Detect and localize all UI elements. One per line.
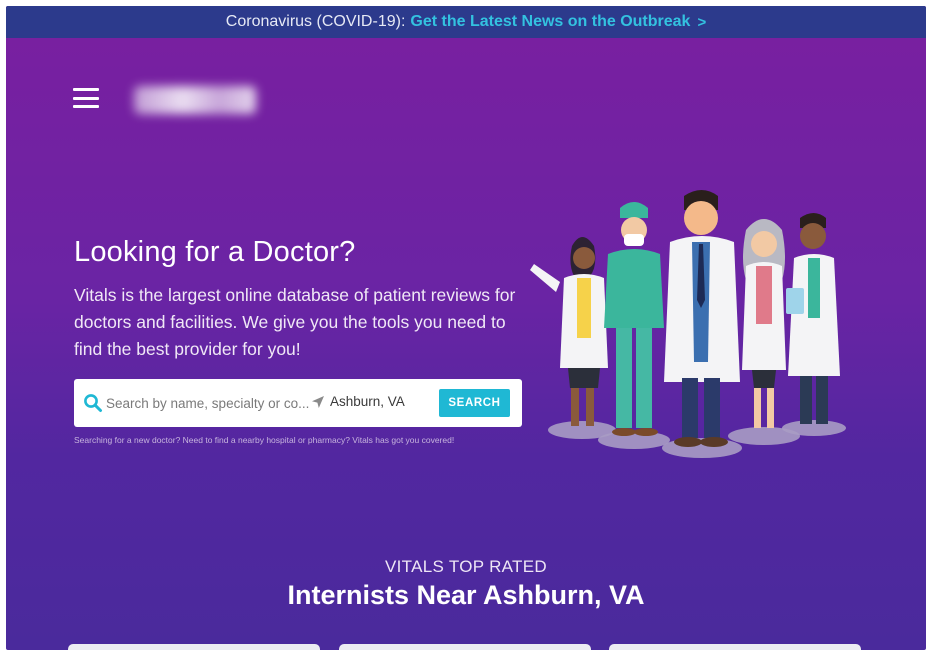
top-rated-title: Internists Near Ashburn, VA xyxy=(287,580,645,610)
search-helper-text: Searching for a new doctor? Need to find… xyxy=(74,435,455,445)
covid-announcement-bar: Coronavirus (COVID-19): Get the Latest N… xyxy=(6,6,926,38)
doctor-card[interactable] xyxy=(339,644,591,650)
doctor-card[interactable] xyxy=(609,644,861,650)
search-bar: Ashburn, VA SEARCH xyxy=(74,379,522,427)
search-input[interactable] xyxy=(106,392,312,414)
announcement-link[interactable]: Get the Latest News on the Outbreak xyxy=(410,13,690,31)
hero-description: Vitals is the largest online database of… xyxy=(74,285,516,359)
doctors-group-illustration xyxy=(530,190,846,458)
doctor-card[interactable] xyxy=(68,644,320,650)
location-field[interactable]: Ashburn, VA xyxy=(330,394,405,409)
hero-title: Looking for a Doctor? xyxy=(74,236,356,268)
page-frame: Coronavirus (COVID-19): Get the Latest N… xyxy=(6,6,926,650)
menu-bar-top xyxy=(73,88,99,91)
announcement-prefix: Coronavirus (COVID-19): xyxy=(225,13,406,30)
vitals-logo[interactable] xyxy=(134,86,256,114)
search-icon xyxy=(84,394,102,412)
menu-bar-bottom xyxy=(73,105,99,108)
location-arrow-icon xyxy=(312,396,324,408)
chevron-right-icon[interactable]: > xyxy=(697,14,706,31)
top-rated-kicker: VITALS TOP RATED xyxy=(385,557,547,576)
hamburger-menu-icon[interactable] xyxy=(73,88,99,108)
search-button[interactable]: SEARCH xyxy=(439,389,510,417)
menu-bar-middle xyxy=(73,96,99,100)
